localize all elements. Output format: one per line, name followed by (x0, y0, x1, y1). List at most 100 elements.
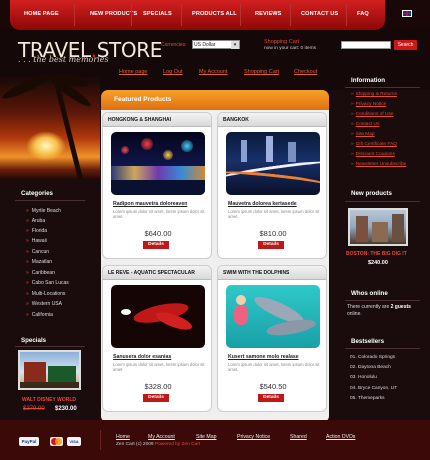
bestseller-item[interactable]: 01. Colorado Springs (350, 355, 395, 360)
product-card: SWIM WITH THE DOLPHINS Kusert samone mol… (217, 265, 327, 412)
whos-online-count: 2 guests (390, 304, 411, 310)
info-link[interactable]: Contact Us (351, 122, 380, 127)
link-shopping-cart[interactable]: Shopping Cart (244, 69, 279, 75)
special-old-price: $279.00 (23, 406, 45, 412)
product-description: Lorem ipsum dolor sit amet, lorem ipsum … (228, 209, 320, 220)
divider (15, 346, 85, 347)
top-navigation: HOME PAGE NEW PRODUCTS SPECIALS PRODUCTS… (0, 0, 430, 30)
featured-title: Featured Products (114, 96, 172, 103)
nav-separator (240, 4, 241, 26)
category-item[interactable]: Cancun (26, 249, 49, 255)
visa-logo: VISA (67, 437, 81, 446)
category-item[interactable]: Western USA (26, 301, 62, 307)
category-item[interactable]: Caribbean (26, 270, 55, 276)
product-description: Lorem ipsum dolor sit amet, lorem ipsum … (113, 362, 205, 373)
info-link[interactable]: Conditions of Use (351, 112, 394, 117)
nav-home-page[interactable]: HOME PAGE (24, 11, 59, 17)
footer-link-site-map[interactable]: Site Map (196, 434, 216, 440)
info-link[interactable]: Newsletter Unsubscribe (351, 162, 407, 167)
bestsellers-title: Bestsellers (351, 338, 385, 345)
sun-glow (26, 131, 66, 161)
product-header: SWIM WITH THE DOLPHINS (218, 266, 326, 280)
nav-contact-us[interactable]: CONTACT US (301, 11, 338, 17)
bestseller-item[interactable]: 05. Themeparks (350, 396, 385, 401)
details-button[interactable]: Details (143, 394, 169, 402)
nav-specials[interactable]: SPECIALS (143, 11, 172, 17)
nav-reviews[interactable]: REVIEWS (255, 11, 282, 17)
product-image[interactable] (226, 132, 320, 195)
details-button[interactable]: Details (258, 394, 284, 402)
category-item[interactable]: Mazatlan (26, 259, 52, 265)
footer-link-privacy-notice[interactable]: Privacy Notice (237, 434, 270, 440)
chevron-down-icon: ▾ (231, 41, 239, 49)
product-image[interactable] (111, 285, 205, 348)
info-link[interactable]: Shipping & Returns (351, 92, 397, 97)
search-input[interactable] (341, 41, 391, 49)
product-title[interactable]: Radipon mauvetra doloreaven (113, 201, 187, 207)
info-link[interactable]: Gift Certificate FAQ (351, 142, 397, 147)
category-item[interactable]: Aruba (26, 218, 45, 224)
nav-separator (346, 4, 347, 26)
whos-online-text: There currently are 2 guests online. (347, 304, 422, 318)
nav-products-all[interactable]: PRODUCTS ALL (192, 11, 237, 17)
copyright: Zen Cart (c) 2009 Powered by Zen Cart (116, 442, 200, 447)
footer-link-my-account[interactable]: My Account (148, 434, 175, 440)
firework-decoration (163, 150, 173, 160)
swimmer-body (234, 305, 248, 325)
palm-leaf (0, 75, 55, 103)
details-button[interactable]: Details (143, 241, 169, 249)
category-item[interactable]: Multi-Locations (26, 291, 66, 297)
nav-faq[interactable]: FAQ (357, 11, 369, 17)
english-flag-icon[interactable] (402, 10, 412, 17)
information-title: Information (351, 77, 386, 84)
link-checkout[interactable]: Checkout (294, 69, 317, 75)
product-header-label: HONGKONG & SHANGHAI (108, 117, 172, 123)
white-bird (121, 309, 131, 315)
product-image[interactable] (226, 285, 320, 348)
bestseller-item[interactable]: 02. Daytona Beach (350, 365, 391, 370)
firework-decoration (141, 138, 153, 150)
info-link[interactable]: Privacy Notice (351, 102, 387, 107)
info-link[interactable]: Discount Coupons (351, 152, 395, 157)
footer-link-shared[interactable]: Shared (290, 434, 307, 440)
footer-link-action-dvds[interactable]: Action DVDs (326, 434, 355, 440)
special-product-name[interactable]: WALT DISNEY WORLD (22, 397, 76, 403)
divider (345, 300, 420, 301)
bestseller-item[interactable]: 04. Bryce Canyon, UT (350, 386, 397, 391)
bestseller-item[interactable]: 03. Honolulu (350, 375, 377, 380)
search-button[interactable]: Search (394, 40, 417, 50)
firework-decoration (121, 146, 129, 154)
product-price: $810.00 (259, 229, 287, 238)
category-item[interactable]: Myrtle Beach (26, 208, 61, 214)
link-log-out[interactable]: Log Out (163, 69, 183, 75)
footer-link-home[interactable]: Home (116, 434, 130, 440)
swimmer-head (236, 295, 246, 305)
product-price: $328.00 (144, 382, 172, 391)
cart-title[interactable]: Shopping Cart (264, 39, 299, 45)
category-item[interactable]: California (26, 312, 53, 318)
product-title[interactable]: Sanusera dolor esanias (113, 354, 171, 360)
sunset-banner-image (0, 75, 100, 180)
category-item[interactable]: Hawaii (26, 238, 47, 244)
special-product-image[interactable] (18, 350, 81, 390)
whos-online-title: Whos online (351, 290, 388, 297)
mastercard-logo (50, 437, 63, 446)
new-product-name[interactable]: BOSTON: THE BIG DIG IT (346, 251, 407, 257)
category-item[interactable]: Cabo San Lucas (26, 280, 69, 286)
new-products-title: New products (351, 190, 392, 197)
building (266, 136, 273, 162)
powered-by-link[interactable]: Powered by Zen Cart (155, 442, 200, 447)
product-title[interactable]: Kusert samone molo realase (228, 354, 299, 360)
link-my-account[interactable]: My Account (199, 69, 227, 75)
info-link[interactable]: Site Map (351, 132, 375, 137)
details-button[interactable]: Details (258, 241, 284, 249)
firework-decoration (181, 140, 193, 152)
featured-products-header: Featured Products (101, 90, 329, 110)
new-product-price: $240.00 (368, 260, 388, 266)
link-home-page[interactable]: Home page (119, 69, 147, 75)
new-product-image[interactable] (348, 208, 408, 246)
currency-select[interactable]: US Dollar ▾ (192, 40, 240, 49)
product-image[interactable] (111, 132, 205, 195)
category-item[interactable]: Florida (26, 228, 47, 234)
product-title[interactable]: Mauvetra dolorea kertasede (228, 201, 297, 207)
